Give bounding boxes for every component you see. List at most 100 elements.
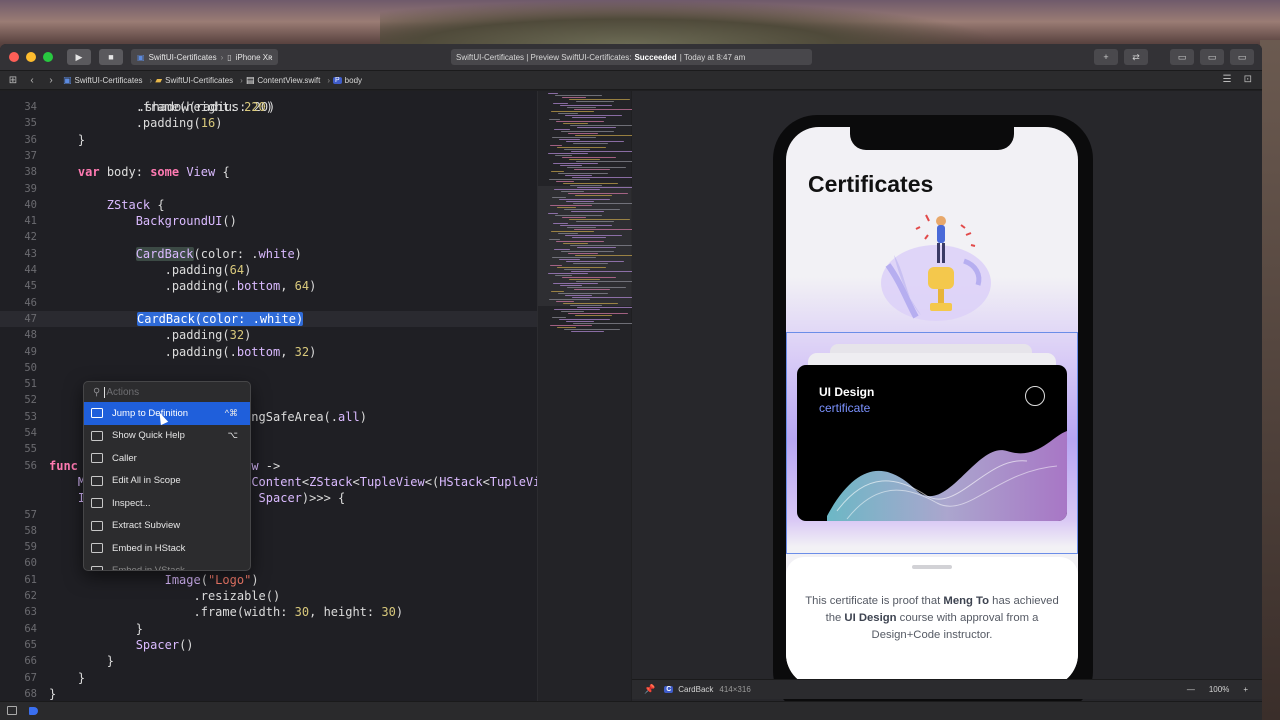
code-text: } bbox=[49, 686, 57, 701]
xcode-window: ▶ ■ ▣ SwiftUI-Certificates › ▯ iPhone Xʀ… bbox=[0, 44, 1262, 720]
line-number: 65 bbox=[24, 638, 37, 651]
editor-options-icon[interactable]: ☰ bbox=[1223, 74, 1232, 85]
code-line: 67 } bbox=[0, 670, 537, 686]
menu-item-label: Embed in HStack bbox=[112, 542, 186, 554]
code-text: ZStack { bbox=[106, 197, 165, 212]
line-number: 41 bbox=[24, 215, 37, 228]
minimap-line bbox=[577, 127, 616, 129]
zoom-window-button[interactable] bbox=[43, 52, 53, 62]
app-icon: ▣ bbox=[137, 52, 145, 62]
code-line-partial: .shadow(radius: 20) bbox=[0, 91, 537, 114]
code-line: 68} bbox=[0, 686, 537, 701]
grid-icon[interactable]: ⊞ bbox=[7, 75, 19, 86]
actions-popup: ⚲ Jump to Definition ^⌘ Show Quick Help ⌥ Ca… bbox=[83, 381, 251, 571]
code-line: 35 .padding(16) bbox=[0, 115, 537, 131]
line-number: 62 bbox=[24, 590, 37, 602]
code-line: 66 } bbox=[0, 653, 537, 669]
code-review-icon[interactable]: ⇄ bbox=[1124, 49, 1148, 65]
actions-search: ⚲ bbox=[84, 382, 250, 402]
menu-item[interactable]: Embed in VStack bbox=[84, 560, 250, 571]
line-number: 38 bbox=[24, 166, 37, 179]
code-line: 43 CardBack(color: .white) bbox=[0, 246, 537, 262]
line-number: 37 bbox=[24, 149, 37, 162]
desc-name: Meng To bbox=[943, 595, 990, 607]
menu-item-label: Caller bbox=[112, 452, 137, 464]
close-window-button[interactable] bbox=[9, 52, 19, 62]
code-text: } bbox=[49, 670, 86, 685]
breadcrumb-file[interactable]: ContentView.swift bbox=[257, 76, 320, 85]
breadcrumb-project[interactable]: SwiftUI-Certificates bbox=[75, 76, 143, 85]
line-number: 67 bbox=[24, 671, 37, 684]
menu-item[interactable]: Edit All in Scope bbox=[84, 470, 250, 493]
code-line: 53 .edgesIgnoringSafeArea(.all) bbox=[0, 409, 537, 425]
menu-item[interactable]: Inspect... bbox=[84, 492, 250, 515]
line-number: 45 bbox=[24, 280, 37, 293]
actions-search-input[interactable] bbox=[104, 386, 235, 398]
line-number: 39 bbox=[24, 182, 37, 195]
menu-item[interactable]: Caller bbox=[84, 447, 250, 470]
zoom-in-button[interactable]: + bbox=[1243, 685, 1248, 694]
minimize-window-button[interactable] bbox=[26, 52, 36, 62]
minimap[interactable] bbox=[537, 91, 646, 701]
breakpoints-icon[interactable] bbox=[29, 707, 38, 715]
menu-item-label: Extract Subview bbox=[112, 520, 181, 532]
code-text: Spacer() bbox=[135, 637, 194, 652]
code-editor[interactable]: .shadow(radius: 20) 34 .frame(height: 22… bbox=[0, 91, 537, 701]
code-text: .padding(.bottom, 32) bbox=[49, 344, 317, 359]
code-line: 62 .resizable() bbox=[0, 588, 537, 604]
menu-item-label: Embed in VStack bbox=[112, 565, 185, 571]
minimap-line bbox=[573, 143, 608, 145]
line-number: 43 bbox=[24, 247, 37, 260]
chevron-right-icon: › bbox=[327, 75, 330, 85]
editor-options: ☰ ⊡ bbox=[1223, 74, 1252, 85]
code-text: Image("Logo") bbox=[164, 572, 259, 587]
line-number: 56 bbox=[24, 459, 37, 472]
line-number: 61 bbox=[24, 573, 37, 586]
card-subtitle: certificate bbox=[819, 401, 871, 415]
line-number: 63 bbox=[24, 606, 37, 619]
add-editor-icon[interactable]: ⊡ bbox=[1244, 74, 1252, 85]
breadcrumb-symbol[interactable]: body bbox=[345, 76, 362, 85]
code-line: 51 bbox=[0, 376, 537, 392]
menu-item[interactable]: Show Quick Help ⌥ bbox=[84, 425, 250, 448]
minimap-line bbox=[572, 117, 606, 119]
zoom-out-button[interactable]: — bbox=[1187, 685, 1195, 694]
sheet-handle[interactable] bbox=[912, 565, 952, 569]
menu-item[interactable]: Embed in HStack bbox=[84, 537, 250, 560]
code-text: } bbox=[49, 654, 115, 669]
line-number: 48 bbox=[24, 329, 37, 342]
code-text: .frame(width: 30, height: 30) bbox=[49, 605, 404, 620]
pin-icon[interactable]: 📌 bbox=[644, 684, 655, 695]
action-icon bbox=[91, 453, 103, 464]
wave-graphic bbox=[827, 431, 1067, 521]
code-line: 57 bbox=[0, 507, 537, 523]
preview-size: 414×316 bbox=[719, 685, 751, 694]
stop-button[interactable]: ■ bbox=[99, 49, 123, 65]
menu-item-label: Edit All in Scope bbox=[112, 475, 181, 487]
line-number: 58 bbox=[24, 524, 37, 537]
scheme-selector[interactable]: ▣ SwiftUI-Certificates › ▯ iPhone Xʀ bbox=[131, 49, 279, 65]
run-button[interactable]: ▶ bbox=[67, 49, 91, 65]
code-line: 40 ZStack { bbox=[0, 197, 537, 213]
inspector-toggle-icon[interactable]: ▭ bbox=[1230, 49, 1254, 65]
zoom-controls: — 100% + bbox=[1187, 685, 1248, 694]
forward-icon[interactable]: › bbox=[45, 75, 57, 86]
status-result: Succeeded bbox=[634, 52, 677, 62]
line-number: 54 bbox=[24, 427, 37, 439]
code-line: Image, _FrameLayout>)>>, Spacer)>>> { bbox=[0, 490, 537, 506]
line-number: 57 bbox=[24, 508, 37, 521]
debug-area-toggle-icon[interactable]: ▭ bbox=[1200, 49, 1224, 65]
wallpaper-edge bbox=[1260, 40, 1280, 720]
library-plus-icon[interactable]: + bbox=[1094, 49, 1118, 65]
canvas-preview: Certificates UI Design certificate This … bbox=[632, 91, 1262, 715]
folder-icon: ▰ bbox=[155, 74, 163, 85]
breadcrumb-folder[interactable]: SwiftUI-Certificates bbox=[165, 76, 233, 85]
hide-debug-area-icon[interactable] bbox=[7, 706, 17, 715]
minimap-line bbox=[576, 101, 614, 103]
certificate-card: UI Design certificate bbox=[797, 365, 1067, 521]
navigator-toggle-icon[interactable]: ▭ bbox=[1170, 49, 1194, 65]
menu-item[interactable]: Extract Subview bbox=[84, 515, 250, 538]
back-icon[interactable]: ‹ bbox=[26, 75, 38, 86]
line-number: 36 bbox=[24, 133, 37, 146]
scheme-device: iPhone Xʀ bbox=[235, 52, 273, 62]
